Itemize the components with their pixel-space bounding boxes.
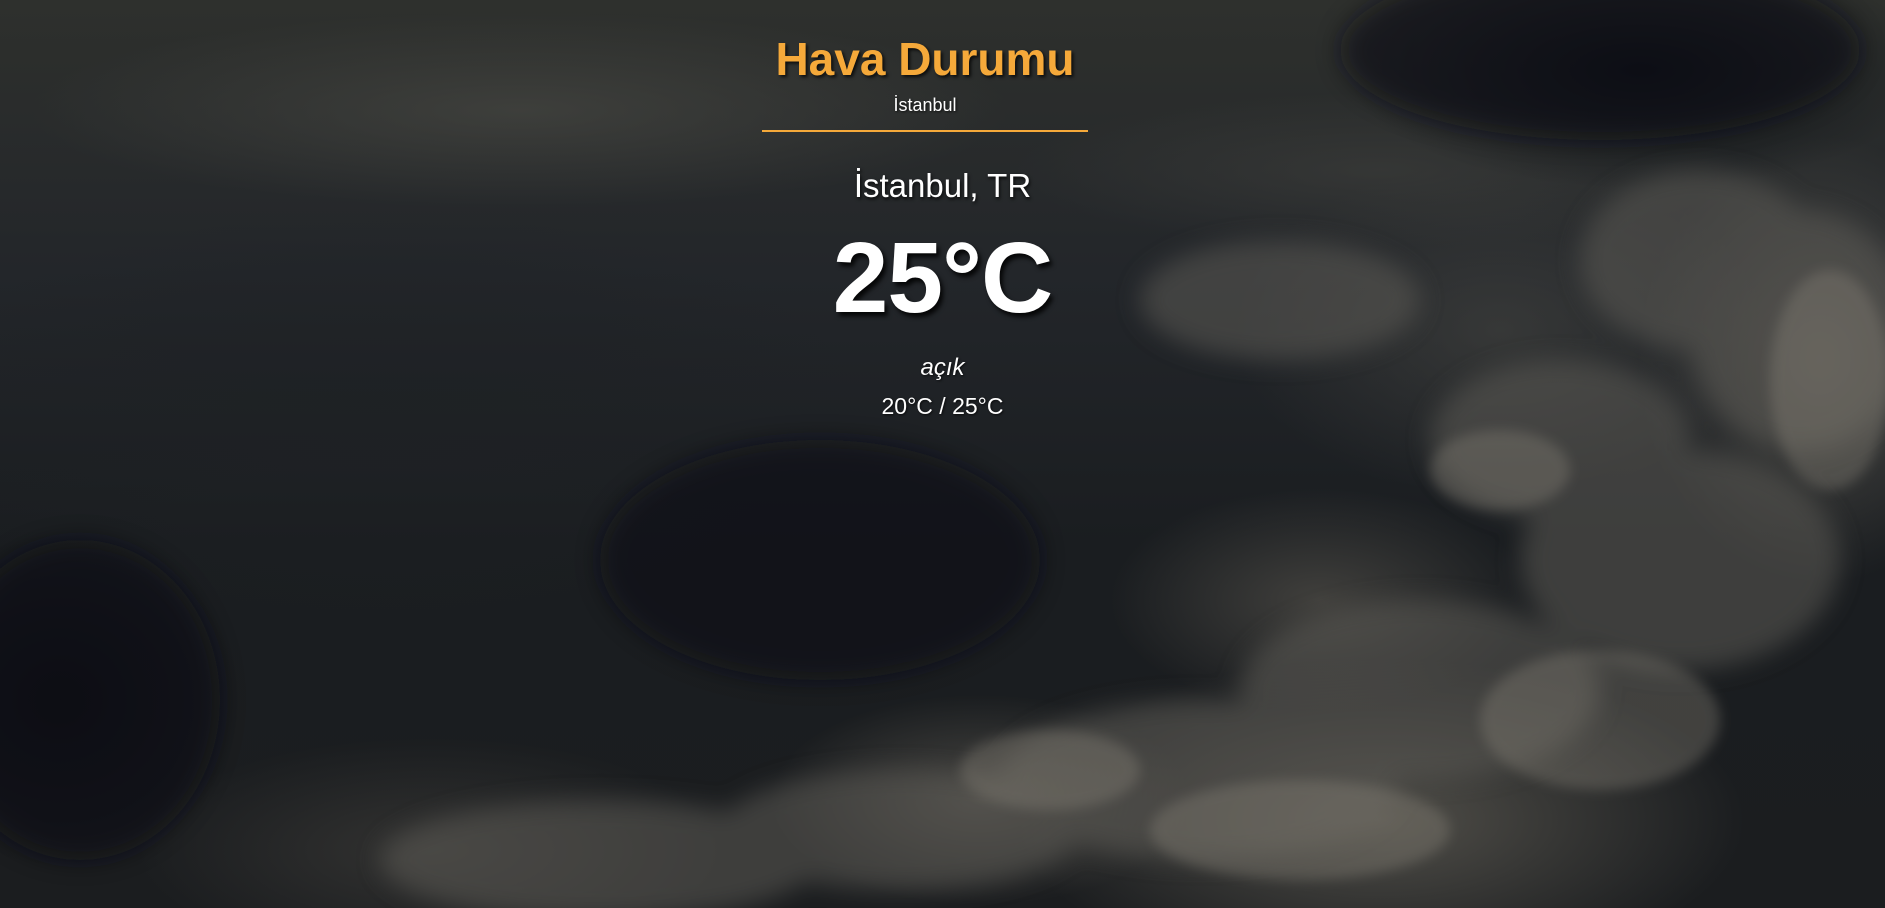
weather-description: açık [920,354,965,381]
current-temperature: 25°C [832,222,1053,334]
app-title: Hava Durumu [775,33,1075,85]
location-label: İstanbul, TR [853,167,1032,204]
header-divider [762,130,1088,132]
header: Hava Durumu İstanbul [762,32,1088,132]
cloud-background-image [0,0,1885,908]
temperature-range: 20°C / 25°C [881,393,1004,419]
city-subtitle: İstanbul [893,95,957,115]
weather-panel: İstanbul, TR 25°C açık 20°C / 25°C [0,166,1885,420]
weather-app: Hava Durumu İstanbul İstanbul, TR 25°C a… [0,0,1885,908]
